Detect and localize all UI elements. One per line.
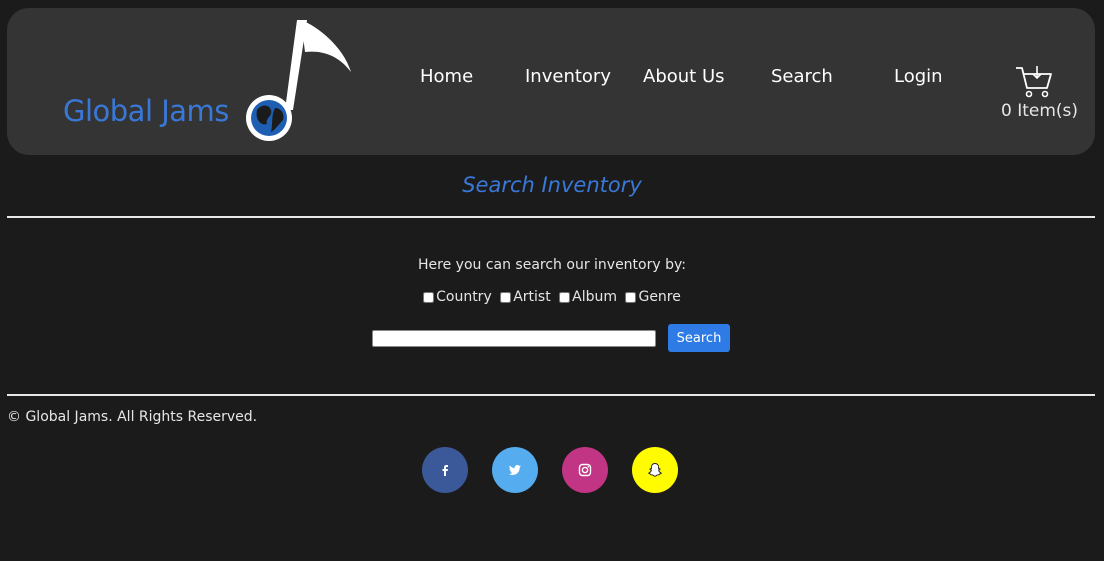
facebook-button[interactable]: [422, 447, 468, 493]
cart-count[interactable]: 0 Item(s): [1001, 101, 1078, 121]
copyright-text: © Global Jams. All Rights Reserved.: [7, 409, 258, 425]
country-checkbox[interactable]: [423, 291, 435, 303]
snapchat-icon: [648, 463, 662, 477]
page-title: Search Inventory: [462, 173, 642, 197]
twitter-icon: [508, 465, 521, 475]
nav-about-us[interactable]: About Us: [643, 66, 725, 87]
filter-artist[interactable]: Artist: [500, 289, 551, 305]
snapchat-button[interactable]: [632, 447, 678, 493]
nav-search[interactable]: Search: [771, 66, 833, 87]
music-note-globe-logo[interactable]: [235, 12, 361, 148]
filter-label: Country: [436, 289, 492, 305]
genre-checkbox[interactable]: [625, 291, 637, 303]
search-input[interactable]: [372, 330, 656, 347]
divider-bottom: [7, 394, 1095, 396]
site-header: Global Jams Home Inventory About Us Sear…: [7, 8, 1095, 155]
filter-label: Album: [572, 289, 618, 305]
instagram-button[interactable]: [562, 447, 608, 493]
album-checkbox[interactable]: [559, 291, 571, 303]
filter-label: Genre: [638, 289, 681, 305]
facebook-icon: [442, 465, 448, 476]
divider-top: [7, 216, 1095, 218]
filter-album[interactable]: Album: [559, 289, 617, 305]
cart-icon[interactable]: [1014, 64, 1054, 98]
filter-label: Artist: [513, 289, 551, 305]
nav-inventory[interactable]: Inventory: [525, 66, 611, 87]
filter-options: Country Artist Album Genre: [0, 289, 1104, 307]
search-button[interactable]: Search: [668, 324, 730, 352]
filter-country[interactable]: Country: [423, 289, 492, 305]
nav-login[interactable]: Login: [894, 66, 943, 87]
twitter-button[interactable]: [492, 447, 538, 493]
instagram-icon: [578, 463, 592, 477]
page: Global Jams Home Inventory About Us Sear…: [0, 0, 1104, 561]
nav-home[interactable]: Home: [420, 66, 473, 87]
filter-genre[interactable]: Genre: [625, 289, 681, 305]
search-intro: Here you can search our inventory by:: [418, 257, 686, 273]
brand-name[interactable]: Global Jams: [63, 94, 229, 128]
artist-checkbox[interactable]: [500, 291, 512, 303]
